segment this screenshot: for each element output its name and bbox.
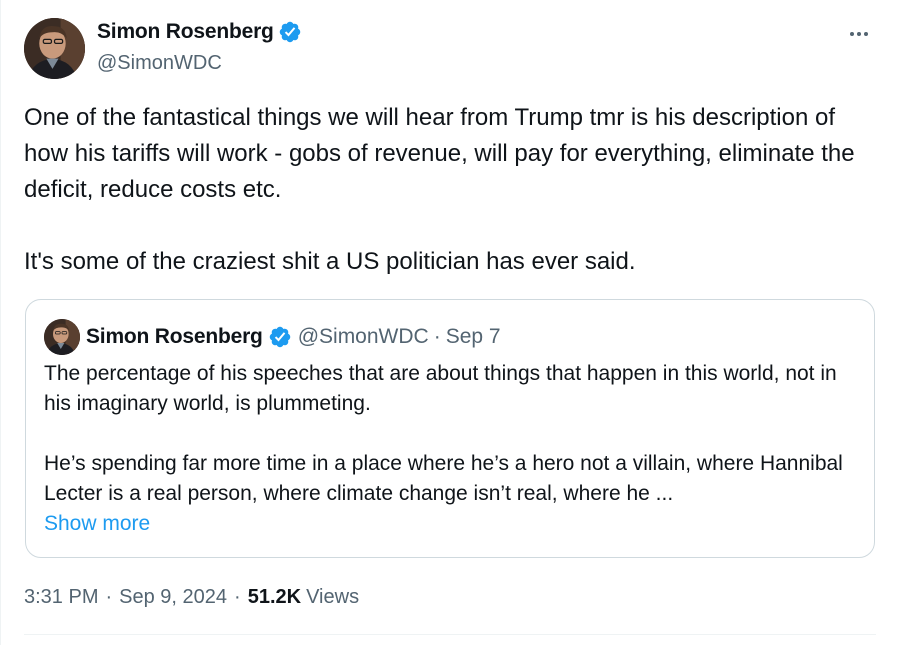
tweet-text: One of the fantastical things we will he… <box>24 100 876 280</box>
more-dot <box>864 32 868 36</box>
more-horizontal-icon[interactable] <box>844 24 874 44</box>
quoted-author-avatar <box>44 319 80 355</box>
meta-separator: · <box>234 585 241 608</box>
quoted-avatar-image <box>44 319 80 355</box>
left-border <box>0 0 1 645</box>
more-dot <box>850 32 854 36</box>
author-handle[interactable]: @SimonWDC <box>97 52 222 75</box>
tweet-header: Simon Rosenberg @SimonWDC <box>24 16 876 82</box>
views-count: 51.2K <box>247 585 302 608</box>
quoted-tweet-card[interactable]: Simon Rosenberg @SimonWDC · Sep 7 The pe… <box>25 299 875 558</box>
quoted-tweet-header: Simon Rosenberg @SimonWDC · Sep 7 <box>44 319 501 355</box>
tweet-paragraph: It's some of the craziest shit a US poli… <box>24 248 636 275</box>
author-avatar-image <box>24 18 85 79</box>
tweet: Simon Rosenberg @SimonWDC One of the fan… <box>24 16 876 635</box>
author-avatar[interactable] <box>24 18 85 79</box>
quoted-date: Sep 7 <box>445 325 501 348</box>
tweet-paragraph: One of the fantastical things we will he… <box>24 104 855 203</box>
quoted-display-name: Simon Rosenberg <box>86 325 263 348</box>
quoted-paragraph: He’s spending far more time in a place w… <box>44 452 843 505</box>
author-name-row: Simon Rosenberg <box>97 20 302 44</box>
tweet-meta: 3:31 PM · Sep 9, 2024 · 51.2K Views <box>24 582 359 612</box>
quoted-tweet-text: The percentage of his speeches that are … <box>44 359 856 509</box>
more-dot <box>857 32 861 36</box>
meta-separator: · <box>105 585 113 608</box>
quoted-verified-badge-icon <box>269 326 290 348</box>
tweet-time[interactable]: 3:31 PM <box>24 586 98 609</box>
quoted-separator: · <box>433 325 441 348</box>
views-label: Views <box>306 585 360 608</box>
verified-badge-icon[interactable] <box>278 20 302 44</box>
divider <box>24 634 876 635</box>
author-display-name[interactable]: Simon Rosenberg <box>97 20 274 44</box>
show-more-link[interactable]: Show more <box>44 509 150 539</box>
quoted-handle: @SimonWDC <box>297 325 429 348</box>
quoted-paragraph: The percentage of his speeches that are … <box>44 362 837 415</box>
tweet-date[interactable]: Sep 9, 2024 <box>119 586 227 609</box>
